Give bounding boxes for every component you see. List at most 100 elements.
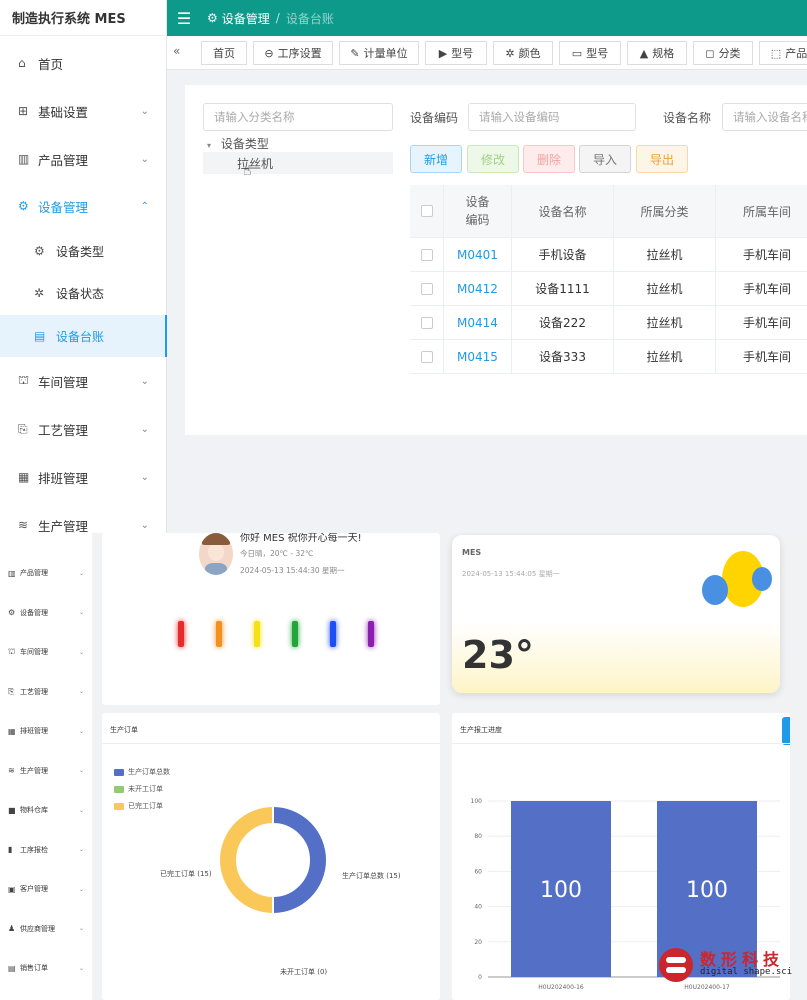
dashboard-sidebar-label: 销售订单 [20, 964, 48, 972]
device-code-cell[interactable]: M0414 [444, 306, 512, 339]
table-row[interactable]: M0414 设备222 拉丝机 手机车间 [410, 306, 807, 340]
select-all-checkbox[interactable] [410, 185, 444, 237]
welcome-datetime: 2024-05-13 15:44:30 星期一 [240, 566, 345, 575]
dashboard-sidebar-item[interactable]: ▮ 工序报检 ⌄ [0, 830, 92, 870]
chevron-down-icon: ⌄ [78, 806, 84, 814]
orders-panel: 生产订单 生产订单总数 未开工订单 已完工订单 已完工订单 (15) 生产订单总… [102, 713, 440, 1000]
category-search-input[interactable]: 请输入分类名称 [203, 103, 393, 131]
y-tick-label: 100 [471, 798, 483, 805]
chevron-down-icon: ⌄ [78, 569, 84, 577]
chevron-down-icon: ⌄ [78, 727, 84, 735]
import-button[interactable]: 导入 [579, 145, 631, 173]
row-checkbox[interactable] [410, 272, 444, 305]
sidebar-item-process[interactable]: ⎘ 工艺管理 ⌄ [0, 406, 167, 452]
bar-value-label: 100 [686, 878, 728, 903]
device-code-cell[interactable]: M0412 [444, 272, 512, 305]
row-checkbox[interactable] [410, 238, 444, 271]
device-code-cell[interactable]: M0401 [444, 238, 512, 271]
tab-type[interactable]: ▭ 型号 [559, 41, 621, 65]
dashboard-sidebar-item[interactable]: ⚙ 设备管理 ⌄ [0, 593, 92, 633]
sidebar-subitem-device-type[interactable]: ⚙ 设备类型 [0, 230, 167, 272]
export-button[interactable]: 导出 [636, 145, 688, 173]
tree-root[interactable]: ▾ 设备类型 [207, 135, 269, 152]
gear-icon: ⚙ [8, 608, 16, 617]
tab-label: 首页 [213, 47, 235, 60]
clipboard-icon: ⎘ [18, 421, 28, 436]
device-code-input[interactable]: 请输入设备编码 [468, 103, 636, 131]
row-checkbox[interactable] [410, 340, 444, 373]
tree-node-drawing-machine[interactable]: 拉丝机 [203, 152, 393, 174]
table-row[interactable]: M0401 手机设备 拉丝机 手机车间 [410, 238, 807, 272]
sidebar-item-label: 基础设置 [38, 104, 89, 120]
device-name-input[interactable]: 请输入设备名称 [722, 103, 807, 131]
delete-button[interactable]: 删除 [523, 145, 575, 173]
dashboard-sidebar-item[interactable]: ▦ 排班管理 ⌄ [0, 711, 92, 751]
dashboard-sidebar-label: 物料仓库 [20, 806, 48, 814]
header-category: 所属分类 [614, 185, 716, 237]
user-icon: ♟ [8, 924, 16, 933]
dashboard-sidebar-item[interactable]: ▤ 销售订单 ⌄ [0, 948, 92, 988]
sidebar-item-scheduling[interactable]: ▦ 排班管理 ⌄ [0, 454, 167, 500]
sidebar-item-production[interactable]: ≋ 生产管理 ⌄ [0, 502, 167, 533]
dashboard-sidebar-item[interactable]: ■ 物料仓库 ⌄ [0, 790, 92, 830]
chevron-down-icon: ⌄ [78, 885, 84, 893]
dashboard-sidebar-item[interactable]: ⛫ 车间管理 ⌄ [0, 632, 92, 672]
ledger-icon: ▤ [34, 329, 46, 343]
chevron-down-icon: ⌄ [78, 846, 84, 853]
gear-icon: ⚙ [18, 199, 29, 213]
avatar [199, 533, 233, 575]
tab-process-settings[interactable]: ⊖ 工序设置 [253, 41, 333, 65]
user-icon: ▲ [639, 46, 649, 60]
sidebar-item-workshop[interactable]: ⛫ 车间管理 ⌄ [0, 358, 167, 404]
sidebar: ⌂ 首页 ⊞ 基础设置 ⌄ ▥ 产品管理 ⌄ ⚙ 设备管理 ⌃ ⚙ 设备类型 ✲… [0, 36, 167, 533]
chevron-down-icon: ⌄ [78, 688, 84, 695]
device-code-cell[interactable]: M0415 [444, 340, 512, 373]
edit-button[interactable]: 修改 [467, 145, 519, 173]
device-name-cell: 设备222 [512, 306, 614, 339]
table-row[interactable]: M0412 设备1111 拉丝机 手机车间 [410, 272, 807, 306]
workshop-cell: 手机车间 [742, 350, 791, 364]
hamburger-icon[interactable]: ☰ [167, 9, 201, 28]
dashboard-sidebar-item[interactable]: ⎘ 工艺管理 ⌄ [0, 672, 92, 712]
tab-spec[interactable]: ▲ 规格 [627, 41, 687, 65]
dashboard-sidebar-item[interactable]: ▥ 产品管理 ⌄ [0, 553, 92, 593]
dashboard-sidebar-item[interactable]: ▣ 客户管理 ⌄ [0, 869, 92, 909]
y-tick-label: 0 [478, 974, 482, 981]
breadcrumb-device-management[interactable]: 设备管理 [222, 10, 270, 27]
table-row[interactable]: M0415 设备333 拉丝机 手机车间 [410, 340, 807, 374]
sidebar-item-basic-settings[interactable]: ⊞ 基础设置 ⌄ [0, 88, 167, 134]
collapse-left-icon[interactable]: « [173, 44, 180, 58]
sidebar-item-label: 产品管理 [38, 152, 89, 168]
color-bar [368, 621, 374, 647]
color-icon: ✲ [505, 46, 515, 60]
play-icon: ▶ [438, 46, 448, 60]
chevron-down-icon: ⌄ [140, 471, 149, 483]
sidebar-subitem-device-ledger[interactable]: ▤ 设备台账 [0, 315, 167, 357]
workshop-cell: 手机车间 [742, 316, 791, 330]
dashboard-sidebar-item[interactable]: ≋ 生产管理 ⌄ [0, 751, 92, 791]
y-tick-label: 20 [474, 939, 482, 946]
tab-color[interactable]: ✲ 颜色 [493, 41, 553, 65]
sidebar-item-products[interactable]: ▥ 产品管理 ⌄ [0, 136, 167, 182]
sidebar-subitem-device-status[interactable]: ✲ 设备状态 [0, 272, 167, 314]
sidebar-item-label: 设备管理 [38, 199, 89, 215]
tab-category[interactable]: ◻ 分类 [693, 41, 753, 65]
row-checkbox[interactable] [410, 306, 444, 339]
add-button[interactable]: 新增 [410, 145, 462, 173]
sidebar-item-home[interactable]: ⌂ 首页 [0, 40, 167, 86]
layers-icon: ≋ [18, 518, 29, 532]
sidebar-item-device-management[interactable]: ⚙ 设备管理 ⌃ [0, 183, 167, 229]
temperature: 23° [462, 633, 534, 677]
tab-units[interactable]: ✎ 计量单位 [339, 41, 419, 65]
category-cell: 拉丝机 [614, 340, 716, 373]
sidebar-subitem-label: 设备类型 [56, 244, 105, 259]
tab-model[interactable]: ▶ 型号 [425, 41, 487, 65]
y-tick-label: 60 [474, 868, 482, 875]
tab-product[interactable]: ⬚ 产品 [759, 41, 807, 65]
header-workshop: 所属车间 [742, 204, 791, 219]
top-header: ☰ ⚙ 设备管理 / 设备台账 [167, 0, 807, 36]
chevron-down-icon: ⌄ [78, 767, 84, 774]
dashboard-sidebar-item[interactable]: ♟ 供应商管理 ⌄ [0, 909, 92, 949]
person-icon: ▣ [8, 884, 16, 894]
tab-home[interactable]: 首页 [201, 41, 247, 65]
